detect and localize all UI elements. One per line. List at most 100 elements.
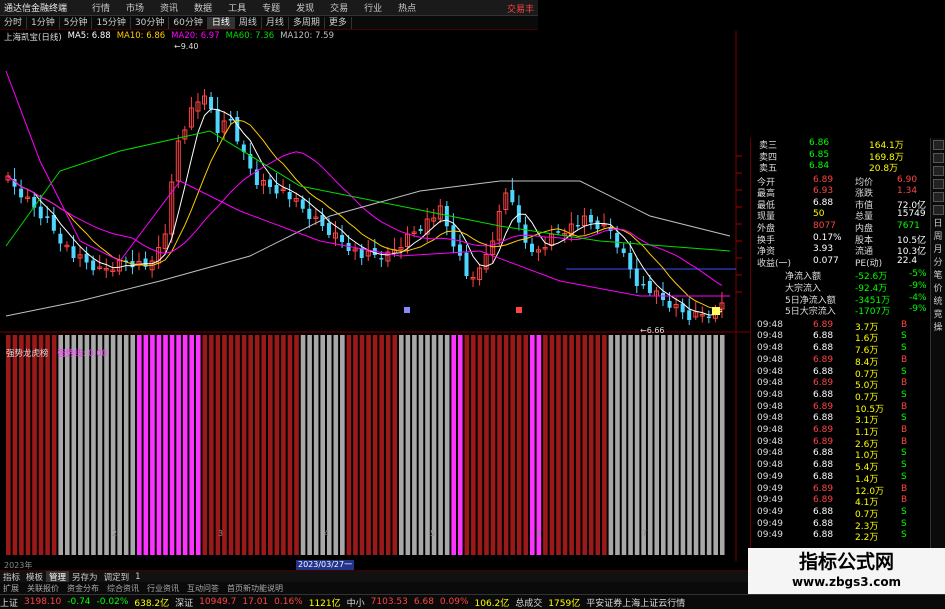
indicator-bar [195, 335, 201, 555]
menu-topics[interactable]: 专题 [262, 1, 280, 14]
bottom-links: 扩展 关联报价 资金分布 综合资讯 行业资讯 互动问答 首页新功能说明 [0, 582, 750, 594]
candle-body [510, 190, 515, 203]
bottom-link[interactable]: 扩展 [3, 583, 19, 594]
candle-body [84, 253, 89, 263]
sidebar-tab[interactable]: 笔 [931, 270, 945, 283]
indicator-bar [202, 335, 208, 555]
indicator-bar [222, 335, 227, 555]
tick-side: B [901, 319, 908, 330]
kline-chart[interactable]: 8.408.208.007.807.607.407.207.006.80←9.4… [0, 31, 750, 561]
toolbar-icon[interactable] [933, 166, 944, 176]
ma-value: MA60: 7.36 [225, 31, 275, 41]
bottom-link[interactable]: 首页新功能说明 [227, 583, 283, 594]
sidebar-tab[interactable]: 月 [931, 244, 945, 257]
tick-price: 6.88 [813, 366, 834, 377]
app-title: 通达信金融终端 [4, 4, 68, 14]
toolbar-icon[interactable] [933, 179, 944, 189]
bottom-link[interactable]: 行业资讯 [147, 583, 179, 594]
sidebar-tab[interactable]: 分 [931, 257, 945, 270]
menu-tools[interactable]: 工具 [228, 1, 246, 14]
sidebar-tab[interactable]: 竞 [931, 309, 945, 322]
timeframe-tab[interactable]: 更多 [325, 16, 352, 29]
timeframe-tab[interactable]: 月线 [262, 16, 289, 29]
ma-value: MA120: 7.59 [280, 31, 334, 41]
timeframe-tab[interactable]: 多周期 [289, 16, 325, 29]
timeframe-tab[interactable]: 分时 [0, 16, 28, 29]
indicator-tab[interactable]: 指标 [0, 571, 23, 583]
tick-row: 09:48 6.89 1.1万 B [751, 425, 929, 438]
timeframe-tab[interactable]: 15分钟 [92, 16, 131, 29]
indicator-tab[interactable]: 1 [132, 572, 143, 582]
status-item: 1121亿 [308, 598, 341, 609]
quote-value: 50 [813, 209, 825, 220]
timeframe-tab[interactable]: 日线 [207, 16, 235, 29]
tick-row: 09:48 6.88 1.0万 S [751, 448, 929, 461]
bottom-link[interactable]: 互动问答 [187, 583, 219, 594]
indicator-bar [176, 335, 181, 555]
tick-time: 09:48 [757, 425, 783, 435]
candle-body [621, 248, 626, 253]
sidebar-tab[interactable]: 价 [931, 283, 945, 296]
toolbar-icon[interactable] [933, 192, 944, 202]
bottom-link[interactable]: 综合资讯 [107, 583, 139, 594]
flow-pct: -4% [909, 292, 927, 303]
sidebar-tab[interactable]: 统 [931, 296, 945, 309]
indicator-bar [163, 335, 168, 555]
menu-industry[interactable]: 行业 [364, 1, 382, 14]
toolbar-icon[interactable] [933, 205, 944, 215]
trade-button[interactable]: 交易丰 [507, 2, 534, 15]
bottom-link[interactable]: 资金分布 [67, 583, 99, 594]
indicator-bar [503, 335, 509, 555]
quote-value: 6.88 [813, 197, 834, 208]
sidebar-tab[interactable]: 操 [931, 322, 945, 335]
ma20-line [7, 151, 723, 286]
indicator-tab[interactable]: 管理 [46, 570, 70, 583]
timeframe-tab[interactable]: 60分钟 [169, 16, 208, 29]
menu-discover[interactable]: 发现 [296, 1, 314, 14]
menu-market-list[interactable]: 市场 [126, 1, 144, 14]
candle-body [595, 220, 600, 229]
menu-market[interactable]: 行情 [92, 1, 110, 14]
indicator-bar [608, 335, 614, 555]
menu-news[interactable]: 资讯 [160, 1, 178, 14]
tick-side: S [901, 331, 907, 342]
indicator-bar [261, 335, 267, 555]
timeframe-tab[interactable]: 30分钟 [131, 16, 170, 29]
quote-value: 6.93 [813, 186, 834, 197]
candle-body [300, 199, 305, 209]
toolbar-icon[interactable] [933, 140, 944, 150]
status-item: 总成交 [515, 598, 543, 609]
indicator-tab[interactable]: 模板 [23, 571, 46, 583]
timeframe-tab[interactable]: 周线 [235, 16, 262, 29]
tick-time: 09:48 [757, 319, 783, 330]
sidebar-tab[interactable]: 日 [931, 218, 945, 231]
status-item: 0.16% [274, 597, 303, 607]
menu-hot[interactable]: 热点 [398, 1, 416, 14]
tick-side: S [901, 460, 907, 471]
timeframe-tab[interactable]: 1分钟 [27, 16, 60, 29]
indicator-bar [471, 335, 476, 555]
candle-body [418, 229, 423, 231]
candle-body [379, 258, 384, 260]
bottom-link[interactable]: 关联报价 [27, 583, 59, 594]
ma20-long-line [5, 70, 730, 297]
event-marker[interactable] [404, 307, 410, 313]
watermark: 指标公式网 www.zbgs3.com [748, 548, 945, 594]
quote-row: 最高 6.93 涨跌 1.34 [751, 186, 931, 199]
menu-trade[interactable]: 交易 [330, 1, 348, 14]
quote-value: 6.89 [813, 174, 834, 185]
sidebar-tab[interactable]: 周 [931, 231, 945, 244]
indicator-bar [464, 335, 470, 555]
indicator-bar [602, 335, 607, 555]
flow-row: 净流入额 -52.6万 -5% [751, 269, 931, 282]
menu-data[interactable]: 数据 [194, 1, 212, 14]
indicator-tab[interactable]: 另存为 [69, 571, 101, 583]
tick-time: 09:48 [757, 389, 783, 400]
tick-row: 09:48 6.89 8.4万 B [751, 355, 929, 368]
indicator-tab[interactable]: 调定到 [101, 571, 133, 583]
event-marker[interactable] [516, 307, 522, 313]
toolbar-icon[interactable] [933, 153, 944, 163]
timeframe-tab[interactable]: 5分钟 [60, 16, 93, 29]
event-marker[interactable] [712, 307, 720, 315]
status-item: 平安证券上海上证云行情 [586, 598, 686, 609]
